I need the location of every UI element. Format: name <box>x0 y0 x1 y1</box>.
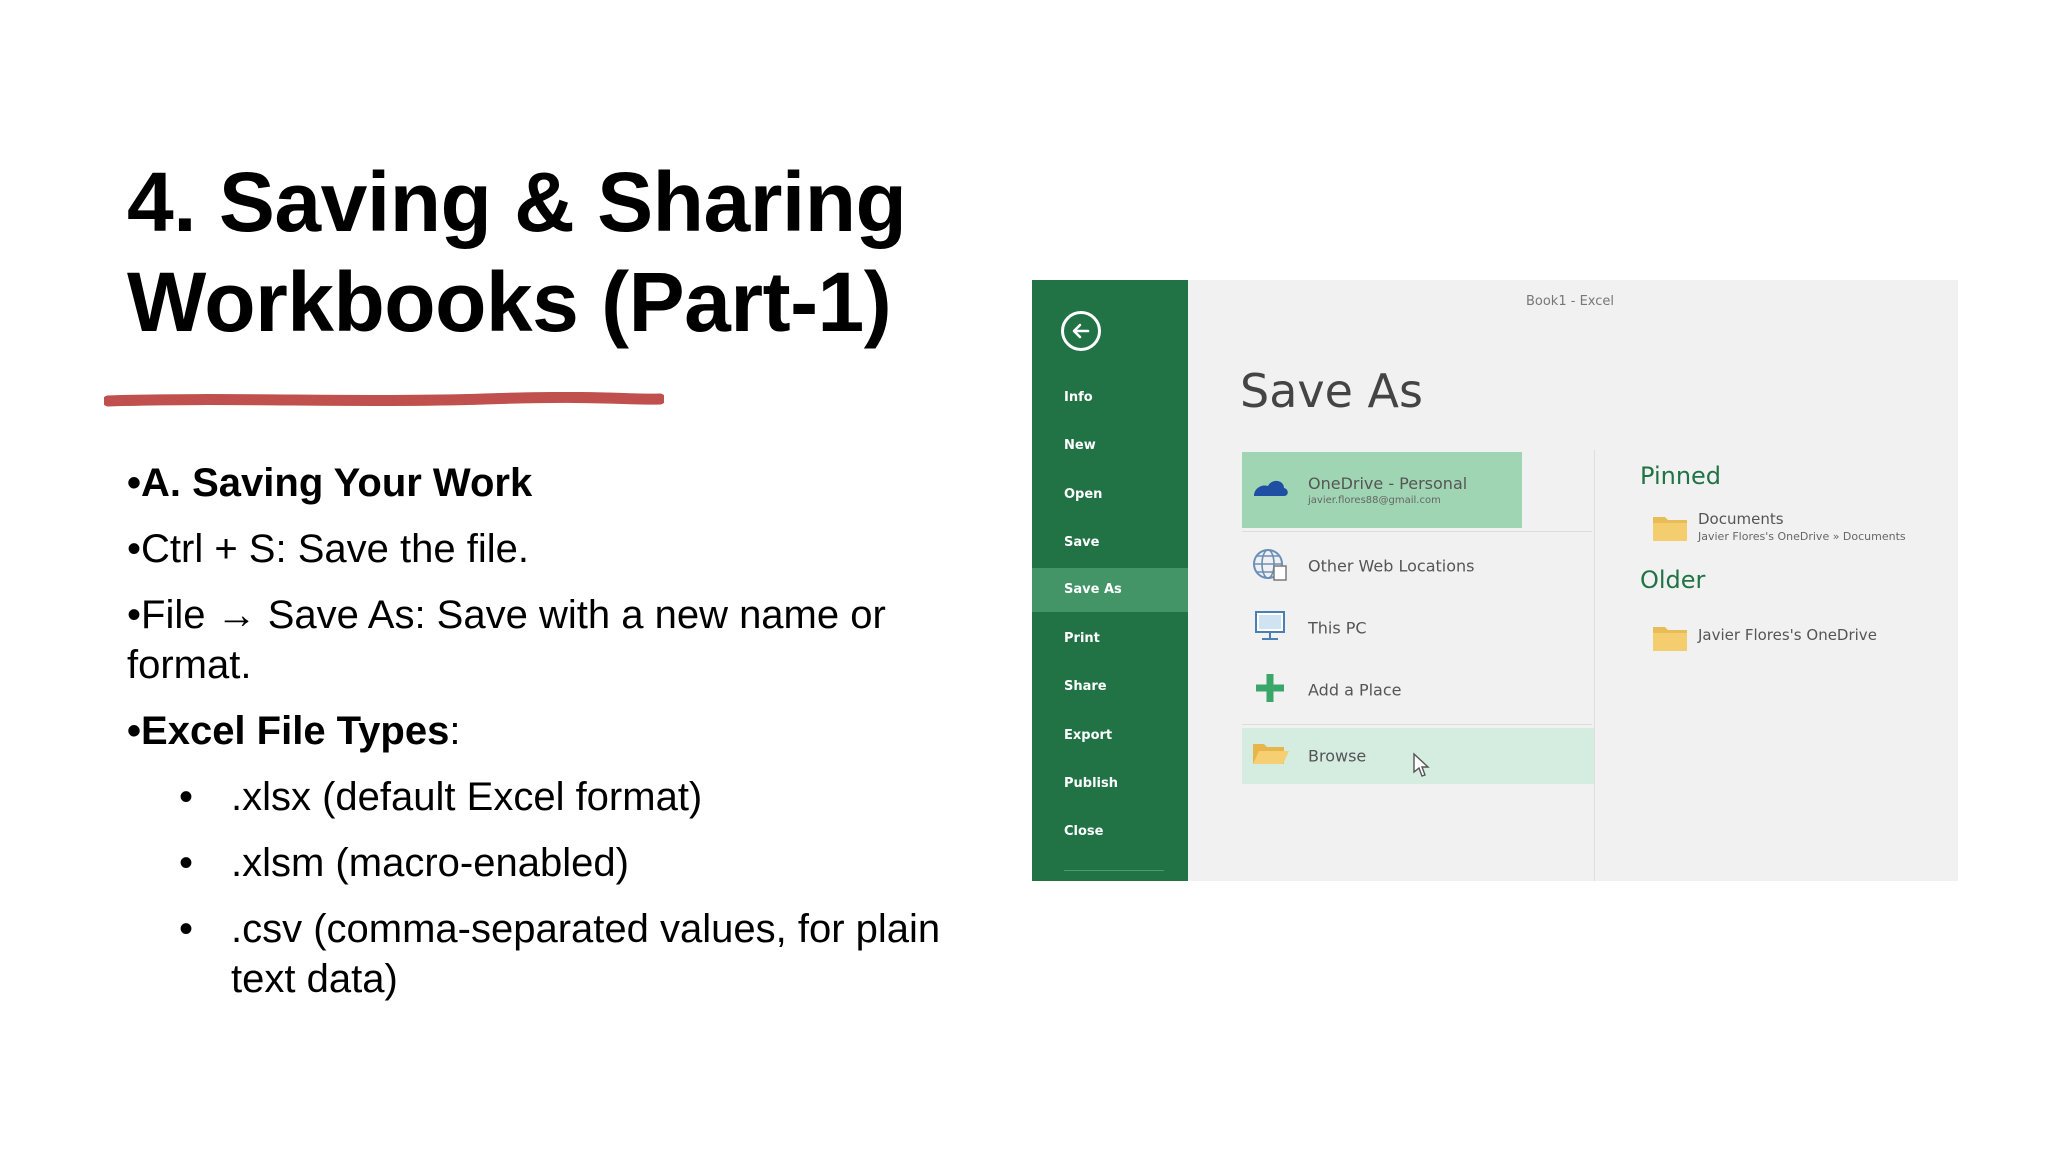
onedrive-email: javier.flores88@gmail.com <box>1308 495 1441 506</box>
add-place-label: Add a Place <box>1308 680 1402 700</box>
sidebar-item-save[interactable]: Save <box>1032 521 1188 565</box>
sidebar-item-info[interactable]: Info <box>1032 376 1188 420</box>
pinned-folder-documents[interactable]: Documents Javier Flores's OneDrive » Docu… <box>1652 506 1952 546</box>
bullet-saving-your-work: •A. Saving Your Work <box>127 461 533 505</box>
backstage-sidebar: Info New Open Save Save As Print Share E… <box>1032 280 1188 881</box>
title-line-1: 4. Saving & Sharing <box>127 155 907 249</box>
folder-icon <box>1652 514 1688 546</box>
sidebar-item-publish[interactable]: Publish <box>1032 762 1188 806</box>
onedrive-cloud-icon <box>1250 474 1290 506</box>
older-folder-onedrive[interactable]: Javier Flores's OneDrive <box>1652 616 1952 656</box>
bullet-save-as: •File → Save As: Save with a new name or… <box>127 593 886 687</box>
sidebar-item-close[interactable]: Close <box>1032 810 1188 854</box>
sidebar-item-share[interactable]: Share <box>1032 665 1188 709</box>
sidebar-item-export[interactable]: Export <box>1032 714 1188 758</box>
list-item: • .xlsx (default Excel format) <box>179 775 703 819</box>
slide-title: 4. Saving & Sharing Workbooks (Part-1) <box>127 152 1007 352</box>
sidebar-item-print[interactable]: Print <box>1032 617 1188 661</box>
computer-icon <box>1250 608 1290 648</box>
title-line-2: Workbooks (Part-1) <box>127 255 892 349</box>
slide-body: •A. Saving Your Work •Ctrl + S: Save the… <box>127 458 947 1020</box>
pinned-folder-name: Documents <box>1698 510 1784 528</box>
globe-icon <box>1250 546 1290 586</box>
window-title: Book1 - Excel <box>1525 294 1615 309</box>
plus-icon <box>1250 670 1290 710</box>
sidebar-item-save-as[interactable]: Save As <box>1032 568 1188 612</box>
location-other-web[interactable]: Other Web Locations <box>1242 536 1522 596</box>
other-web-label: Other Web Locations <box>1308 556 1475 576</box>
save-as-heading: Save As <box>1240 364 1423 418</box>
list-item: • .xlsm (macro-enabled) <box>179 841 629 885</box>
back-arrow-icon[interactable] <box>1061 311 1101 351</box>
pinned-heading: Pinned <box>1640 462 1722 490</box>
bullet-file-types: •Excel File Types: <box>127 709 461 753</box>
sidebar-item-open[interactable]: Open <box>1032 473 1188 517</box>
pinned-folder-path: Javier Flores's OneDrive » Documents <box>1698 530 1906 543</box>
sidebar-item-new[interactable]: New <box>1032 424 1188 468</box>
folder-open-icon <box>1250 738 1290 774</box>
older-folder-name: Javier Flores's OneDrive <box>1698 626 1877 644</box>
excel-save-as-screenshot: Info New Open Save Save As Print Share E… <box>1032 280 1958 881</box>
location-this-pc[interactable]: This PC <box>1242 598 1522 658</box>
title-underline <box>104 392 664 407</box>
browse-label: Browse <box>1308 746 1367 766</box>
bullet-ctrl-s: •Ctrl + S: Save the file. <box>127 527 529 571</box>
file-types-list: • .xlsx (default Excel format) • .xlsm (ma… <box>127 772 947 1004</box>
mouse-cursor-icon <box>1412 752 1430 782</box>
slide: 4. Saving & Sharing Workbooks (Part-1) •… <box>0 0 2048 1152</box>
location-add-place[interactable]: Add a Place <box>1242 660 1522 720</box>
this-pc-label: This PC <box>1308 618 1367 638</box>
older-heading: Older <box>1640 566 1706 594</box>
folder-icon <box>1652 624 1688 656</box>
sidebar-divider <box>1064 870 1164 871</box>
location-onedrive[interactable]: OneDrive - Personal javier.flores88@gmail… <box>1242 452 1522 528</box>
list-item: • .csv (comma-separated values, for plain… <box>179 907 941 1001</box>
onedrive-label: OneDrive - Personal <box>1308 474 1468 493</box>
divider <box>1242 531 1592 532</box>
column-divider <box>1594 450 1595 881</box>
divider <box>1242 724 1592 725</box>
